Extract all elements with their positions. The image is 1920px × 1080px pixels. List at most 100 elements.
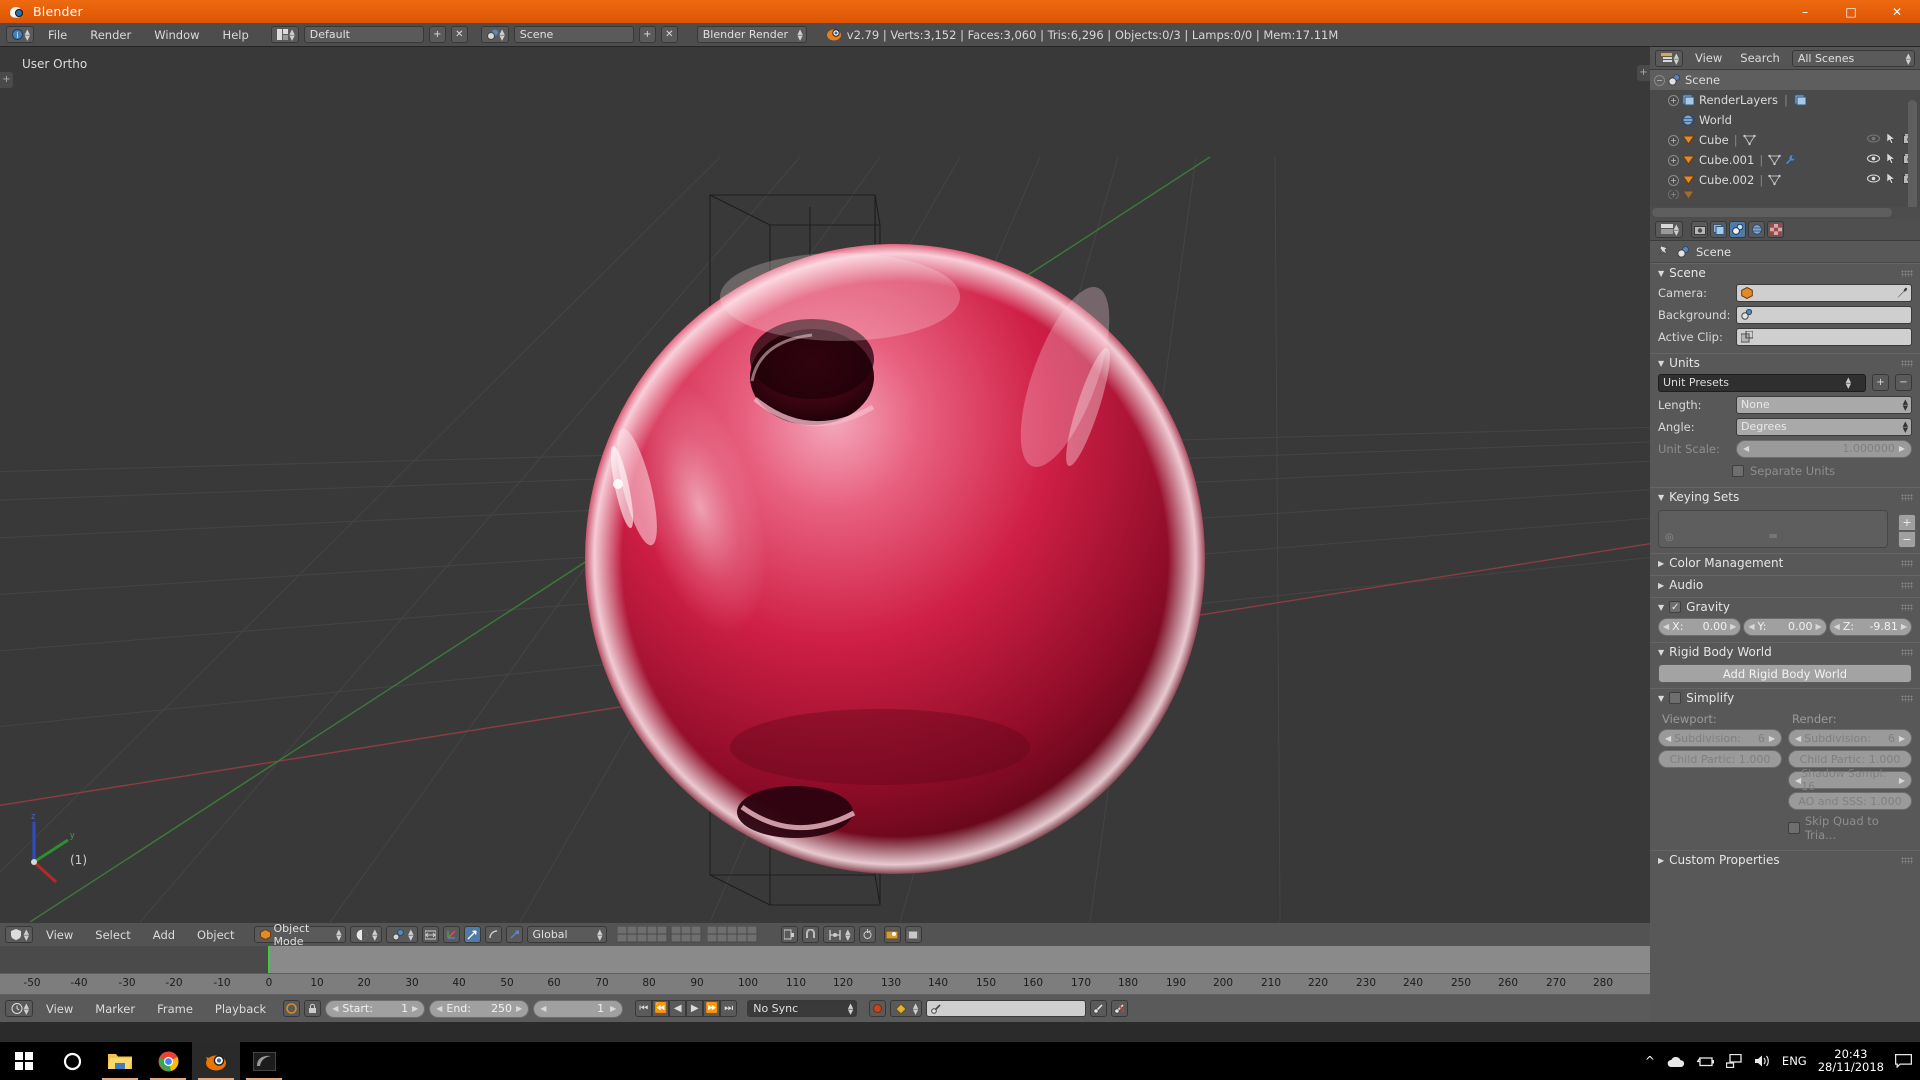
panel-header-simplify[interactable]: ▼ Simplify xyxy=(1650,688,1920,707)
pivot-center-toggle-icon[interactable] xyxy=(422,926,439,943)
scene-name-field[interactable]: Scene xyxy=(514,26,634,43)
unit-presets-field[interactable]: Unit Presets ▲▼ xyxy=(1658,374,1866,392)
cortana-search-icon[interactable] xyxy=(48,1042,96,1080)
viewport-menu-object[interactable]: Object xyxy=(188,924,243,946)
outliner-display-mode-selector[interactable]: All Scenes ▲▼ xyxy=(1792,50,1915,67)
viewport-shading-selector[interactable]: ▲▼ xyxy=(350,926,382,943)
playback-controls[interactable]: ⏮ ⏪ ◀ ▶ ⏩ ⏭ xyxy=(635,1000,737,1017)
screen-layout-name[interactable]: Default xyxy=(304,26,424,43)
insert-keyframe-icon[interactable] xyxy=(1090,1000,1107,1017)
end-frame-field[interactable]: ◀ End: 250 ▶ xyxy=(429,1000,529,1018)
outliner-row-cube-002[interactable]: + Cube.002 | xyxy=(1650,170,1920,190)
eyedropper-icon[interactable] xyxy=(1896,287,1908,299)
panel-header-units[interactable]: ▼ Units xyxy=(1650,353,1920,372)
outliner-tree[interactable]: − Scene + RenderLayers | World xyxy=(1650,70,1920,207)
proportional-edit-icon[interactable] xyxy=(859,926,876,943)
panel-header-gravity[interactable]: ▼ ✓ Gravity xyxy=(1650,597,1920,616)
rotate-manipulator-icon[interactable] xyxy=(485,926,502,943)
snap-element-selector[interactable]: ▲▼ xyxy=(823,926,855,943)
render-shadow-samples-field[interactable]: ◀ Shadow Sampl: 16 ▶ xyxy=(1788,771,1912,789)
windows-start-icon[interactable] xyxy=(0,1042,48,1080)
gravity-z-field[interactable]: ◀ Z: -9.81 ▶ xyxy=(1829,618,1912,636)
tab-render-layers[interactable] xyxy=(1710,221,1727,238)
gravity-enable-checkbox[interactable]: ✓ xyxy=(1669,601,1681,613)
onedrive-icon[interactable] xyxy=(1666,1055,1686,1068)
3d-viewport[interactable]: z y User Ortho (1) + + xyxy=(0,47,1650,922)
timeline-editor-type-selector[interactable]: ▲▼ xyxy=(5,1000,33,1017)
scene-browse-icon[interactable]: ▲▼ xyxy=(481,26,509,43)
separate-units-checkbox[interactable] xyxy=(1732,465,1744,477)
record-button-icon[interactable] xyxy=(869,1000,886,1017)
timeline-track[interactable] xyxy=(0,946,1650,973)
notification-icon[interactable] xyxy=(1895,1054,1912,1068)
layer-grid-bottom[interactable] xyxy=(707,926,773,944)
outliner-horizontal-scrollbar[interactable] xyxy=(1652,208,1892,217)
start-frame-field[interactable]: ◀ Start: 1 ▶ xyxy=(325,1000,425,1018)
render-ao-sss-field[interactable]: AO and SSS: 1.000 xyxy=(1788,792,1912,810)
panel-header-keying-sets[interactable]: ▼ Keying Sets xyxy=(1650,487,1920,506)
timeline-playhead[interactable] xyxy=(268,946,270,973)
tab-world[interactable] xyxy=(1748,221,1765,238)
expand-icon[interactable]: + xyxy=(1668,155,1679,166)
next-keyframe-button[interactable]: ⏩ xyxy=(703,1000,720,1017)
render-child-particles-field[interactable]: Child Partic: 1.000 xyxy=(1788,750,1912,768)
viewport-editor-type-selector[interactable]: ▲▼ xyxy=(5,926,33,943)
render-opengl-animation-icon[interactable] xyxy=(905,926,922,943)
delete-screen-layout-button[interactable]: ✕ xyxy=(451,26,468,43)
screen-layout-icon[interactable]: ▲▼ xyxy=(271,26,299,43)
viewport-menu-add[interactable]: Add xyxy=(144,924,184,946)
add-scene-button[interactable]: + xyxy=(639,26,656,43)
layer-grid-top[interactable] xyxy=(617,926,703,944)
current-frame-field[interactable]: ◀ 1 ▶ xyxy=(533,1000,623,1018)
play-button[interactable]: ▶ xyxy=(686,1000,703,1017)
pin-icon[interactable] xyxy=(1658,245,1671,258)
keying-set-lock-icon[interactable] xyxy=(304,1000,321,1017)
menu-help[interactable]: Help xyxy=(214,24,258,46)
menu-window[interactable]: Window xyxy=(145,24,208,46)
blender-icon[interactable] xyxy=(192,1042,240,1080)
render-engine-selector[interactable]: Blender Render ▲▼ xyxy=(697,26,807,43)
properties-region-toggle-icon[interactable]: + xyxy=(1637,65,1650,81)
outliner-row-cube[interactable]: + Cube | xyxy=(1650,130,1920,150)
manipulator-toggle-icon[interactable] xyxy=(443,926,460,943)
render-opengl-image-icon[interactable] xyxy=(884,926,901,943)
language-indicator[interactable]: ENG xyxy=(1782,1054,1807,1068)
outliner-menu-view[interactable]: View xyxy=(1689,47,1728,69)
active-clip-field[interactable] xyxy=(1736,328,1912,346)
background-field[interactable] xyxy=(1736,306,1912,324)
length-field[interactable]: None ▲▼ xyxy=(1736,396,1912,414)
unit-scale-field[interactable]: ◀ 1.000000 ▶ xyxy=(1736,440,1912,458)
tab-texture[interactable] xyxy=(1767,221,1784,238)
panel-header-custom-properties[interactable]: ▶ Custom Properties xyxy=(1650,850,1920,869)
panel-header-audio[interactable]: ▶ Audio xyxy=(1650,575,1920,594)
outliner-row-world[interactable]: World xyxy=(1650,110,1920,130)
toolshelf-toggle-icon[interactable]: + xyxy=(0,72,13,88)
nvidia-icon[interactable] xyxy=(240,1042,288,1080)
previous-keyframe-button[interactable]: ⏪ xyxy=(652,1000,669,1017)
expand-icon[interactable]: + xyxy=(1668,190,1679,199)
tab-scene[interactable] xyxy=(1729,221,1746,238)
remove-keying-set-button[interactable]: − xyxy=(1898,531,1916,548)
collapse-icon[interactable]: − xyxy=(1654,75,1665,86)
menu-file[interactable]: File xyxy=(39,24,76,46)
outliner-menu-search[interactable]: Search xyxy=(1734,47,1786,69)
properties-editor-type-selector[interactable]: ▲▼ xyxy=(1655,221,1683,238)
keying-sets-buttons[interactable]: + − xyxy=(1898,514,1916,548)
gravity-y-field[interactable]: ◀ Y: 0.00 ▶ xyxy=(1743,618,1826,636)
outliner-row-renderlayers[interactable]: + RenderLayers | xyxy=(1650,90,1920,110)
separate-units-row[interactable]: Separate Units xyxy=(1650,460,1920,481)
delete-scene-button[interactable]: ✕ xyxy=(661,26,678,43)
panel-header-rigid-body-world[interactable]: ▼ Rigid Body World xyxy=(1650,642,1920,661)
add-rigid-body-world-button[interactable]: Add Rigid Body World xyxy=(1658,664,1912,683)
panel-header-scene[interactable]: ▼ Scene xyxy=(1650,263,1920,282)
minimize-button[interactable]: – xyxy=(1782,0,1828,23)
add-screen-layout-button[interactable]: + xyxy=(429,26,446,43)
volume-icon[interactable] xyxy=(1754,1054,1771,1068)
editor-type-selector[interactable]: i ▲▼ xyxy=(6,26,34,43)
timeline-menu-playback[interactable]: Playback xyxy=(206,998,275,1020)
expand-icon[interactable]: + xyxy=(1668,175,1679,186)
keying-sets-list[interactable]: ◎ ═ xyxy=(1658,510,1888,548)
chevron-up-icon[interactable]: ^ xyxy=(1645,1054,1655,1068)
sync-mode-selector[interactable]: No Sync ▲▼ xyxy=(747,1000,857,1017)
clock[interactable]: 20:43 28/11/2018 xyxy=(1818,1048,1884,1074)
